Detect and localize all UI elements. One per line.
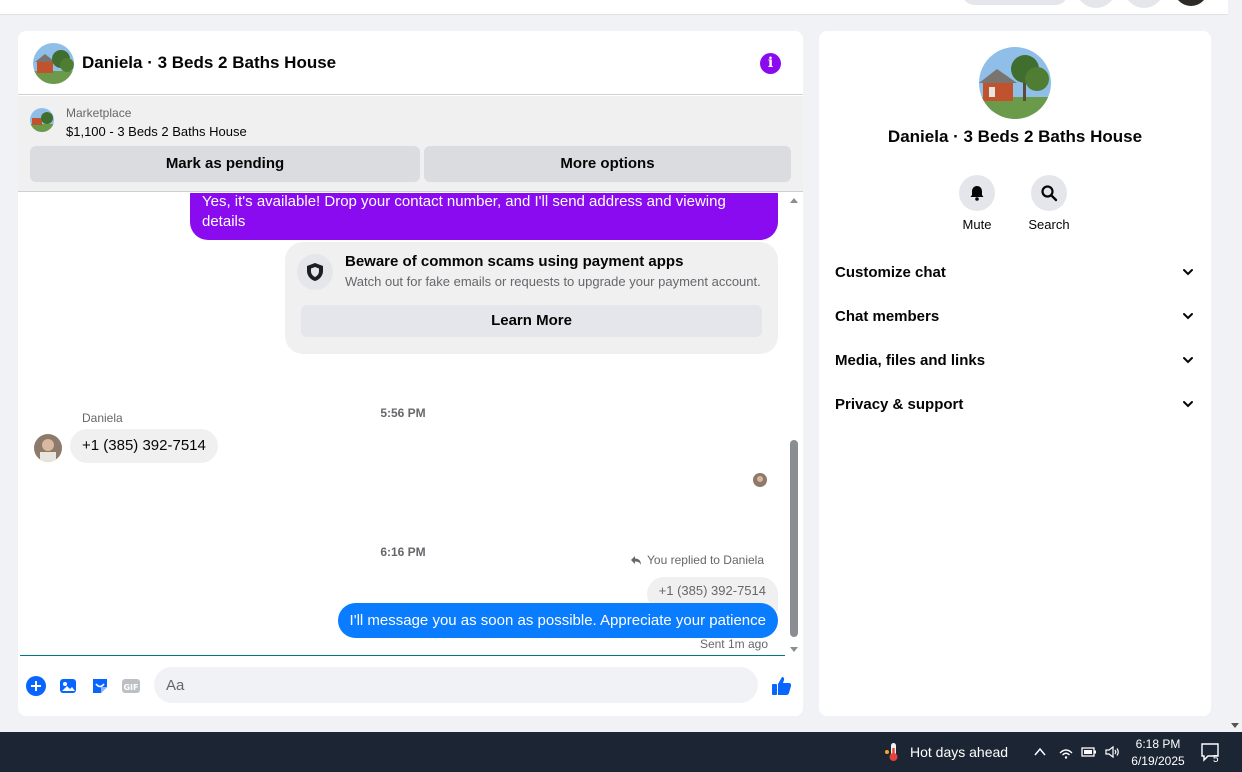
chat-title[interactable]: Daniela · 3 Beds 2 Baths House <box>82 53 336 73</box>
like-icon[interactable] <box>770 674 794 698</box>
learn-more-button[interactable]: Learn More <box>301 305 762 337</box>
search-icon[interactable] <box>1031 175 1067 211</box>
message-input[interactable] <box>154 667 714 703</box>
mute-action[interactable]: Mute <box>942 175 1012 232</box>
mute-label: Mute <box>962 217 992 232</box>
outgoing-message[interactable]: I'll message you as soon as possible. Ap… <box>337 603 778 638</box>
bell-icon[interactable] <box>959 175 995 211</box>
message-input-wrapper <box>154 667 758 703</box>
system-clock[interactable]: 6:18 PM 6/19/2025 <box>1128 736 1188 770</box>
reply-context: You replied to Daniela <box>630 553 764 567</box>
section-label: Privacy & support <box>835 395 964 413</box>
top-nav-pill[interactable] <box>962 0 1068 5</box>
seen-indicator-avatar <box>753 473 767 487</box>
wifi-icon[interactable] <box>1058 744 1074 760</box>
plus-icon[interactable] <box>26 676 46 696</box>
scam-warning-subtitle: Watch out for fake emails or requests to… <box>345 274 761 289</box>
search-action[interactable]: Search <box>1014 175 1084 232</box>
chevron-down-icon <box>1183 357 1193 364</box>
chevron-down-icon <box>1183 401 1193 408</box>
message-composer: GIF <box>18 665 803 707</box>
clock-date: 6/19/2025 <box>1131 754 1185 768</box>
reply-arrow-icon <box>631 556 642 565</box>
scam-warning-title: Beware of common scams using payment app… <box>345 253 684 270</box>
top-nav-button[interactable] <box>1076 0 1116 8</box>
chevron-down-icon <box>1183 269 1193 276</box>
section-label: Customize chat <box>835 263 946 281</box>
section-label: Chat members <box>835 307 940 325</box>
listing-thumbnail[interactable] <box>30 108 54 132</box>
section-label: Media, files and links <box>835 351 986 369</box>
gif-icon[interactable]: GIF <box>121 676 141 696</box>
marketplace-banner: Marketplace $1,100 - 3 Beds 2 Baths Hous… <box>18 96 803 192</box>
more-options-button[interactable]: More options <box>424 146 791 182</box>
chevron-down-icon <box>1183 313 1193 320</box>
sticker-icon[interactable] <box>90 676 110 696</box>
marketplace-label: Marketplace <box>66 106 132 120</box>
info-avatar[interactable] <box>979 47 1051 119</box>
customize-chat-section[interactable]: Customize chat <box>835 250 1195 294</box>
clock-time: 6:18 PM <box>1135 737 1181 751</box>
chat-members-section[interactable]: Chat members <box>835 294 1195 338</box>
photo-icon[interactable] <box>58 676 78 696</box>
sender-avatar[interactable] <box>34 434 62 462</box>
search-label: Search <box>1028 217 1070 232</box>
chat-header: Daniela · 3 Beds 2 Baths House i <box>18 31 803 95</box>
battery-icon[interactable] <box>1081 744 1097 760</box>
chat-avatar[interactable] <box>33 43 74 84</box>
composer-divider <box>20 655 785 656</box>
chevron-up-icon[interactable] <box>1032 744 1048 760</box>
page-scrollbar[interactable] <box>1228 0 1242 732</box>
volume-icon[interactable] <box>1104 744 1120 760</box>
svg-text:GIF: GIF <box>123 683 138 692</box>
top-nav-button[interactable] <box>1124 0 1164 8</box>
top-nav-bar <box>0 0 1228 15</box>
scrollbar-thumb[interactable] <box>790 440 798 637</box>
account-avatar[interactable] <box>1172 0 1210 8</box>
shield-icon <box>297 254 333 290</box>
weather-widget[interactable]: Hot days ahead <box>884 742 1008 762</box>
info-icon[interactable]: i <box>760 53 781 74</box>
mark-as-pending-button[interactable]: Mark as pending <box>30 146 420 182</box>
windows-taskbar: Hot days ahead 6:18 PM 6/19/2025 5 <box>0 732 1242 772</box>
scroll-up-arrow-icon[interactable] <box>790 198 798 203</box>
message-status: Sent 1m ago <box>699 637 768 651</box>
privacy-support-section[interactable]: Privacy & support <box>835 382 1195 426</box>
message-scrollbar[interactable] <box>788 193 800 655</box>
message-list: Yes, it's available! Drop your contact n… <box>18 193 803 655</box>
scam-warning-card: Beware of common scams using payment app… <box>285 242 778 354</box>
notification-count: 5 <box>1213 754 1219 765</box>
media-files-links-section[interactable]: Media, files and links <box>835 338 1195 382</box>
sender-name: Daniela <box>82 411 123 425</box>
message-timestamp: 5:56 PM <box>380 406 426 420</box>
scroll-down-arrow-icon[interactable] <box>1231 723 1239 728</box>
conversation-info-panel: Daniela · 3 Beds 2 Baths House Mute Sear… <box>819 31 1211 716</box>
scroll-down-arrow-icon[interactable] <box>790 647 798 652</box>
reply-context-label: You replied to Daniela <box>647 553 764 567</box>
info-name: Daniela · 3 Beds 2 Baths House <box>887 127 1143 146</box>
chat-panel: Daniela · 3 Beds 2 Baths House i Marketp… <box>18 31 803 716</box>
incoming-message[interactable]: +1 (385) 392-7514 <box>70 429 218 463</box>
thermometer-icon <box>885 743 898 761</box>
weather-text: Hot days ahead <box>910 744 1009 760</box>
outgoing-message[interactable]: Yes, it's available! Drop your contact n… <box>190 193 778 240</box>
listing-title[interactable]: $1,100 - 3 Beds 2 Baths House <box>66 124 247 139</box>
